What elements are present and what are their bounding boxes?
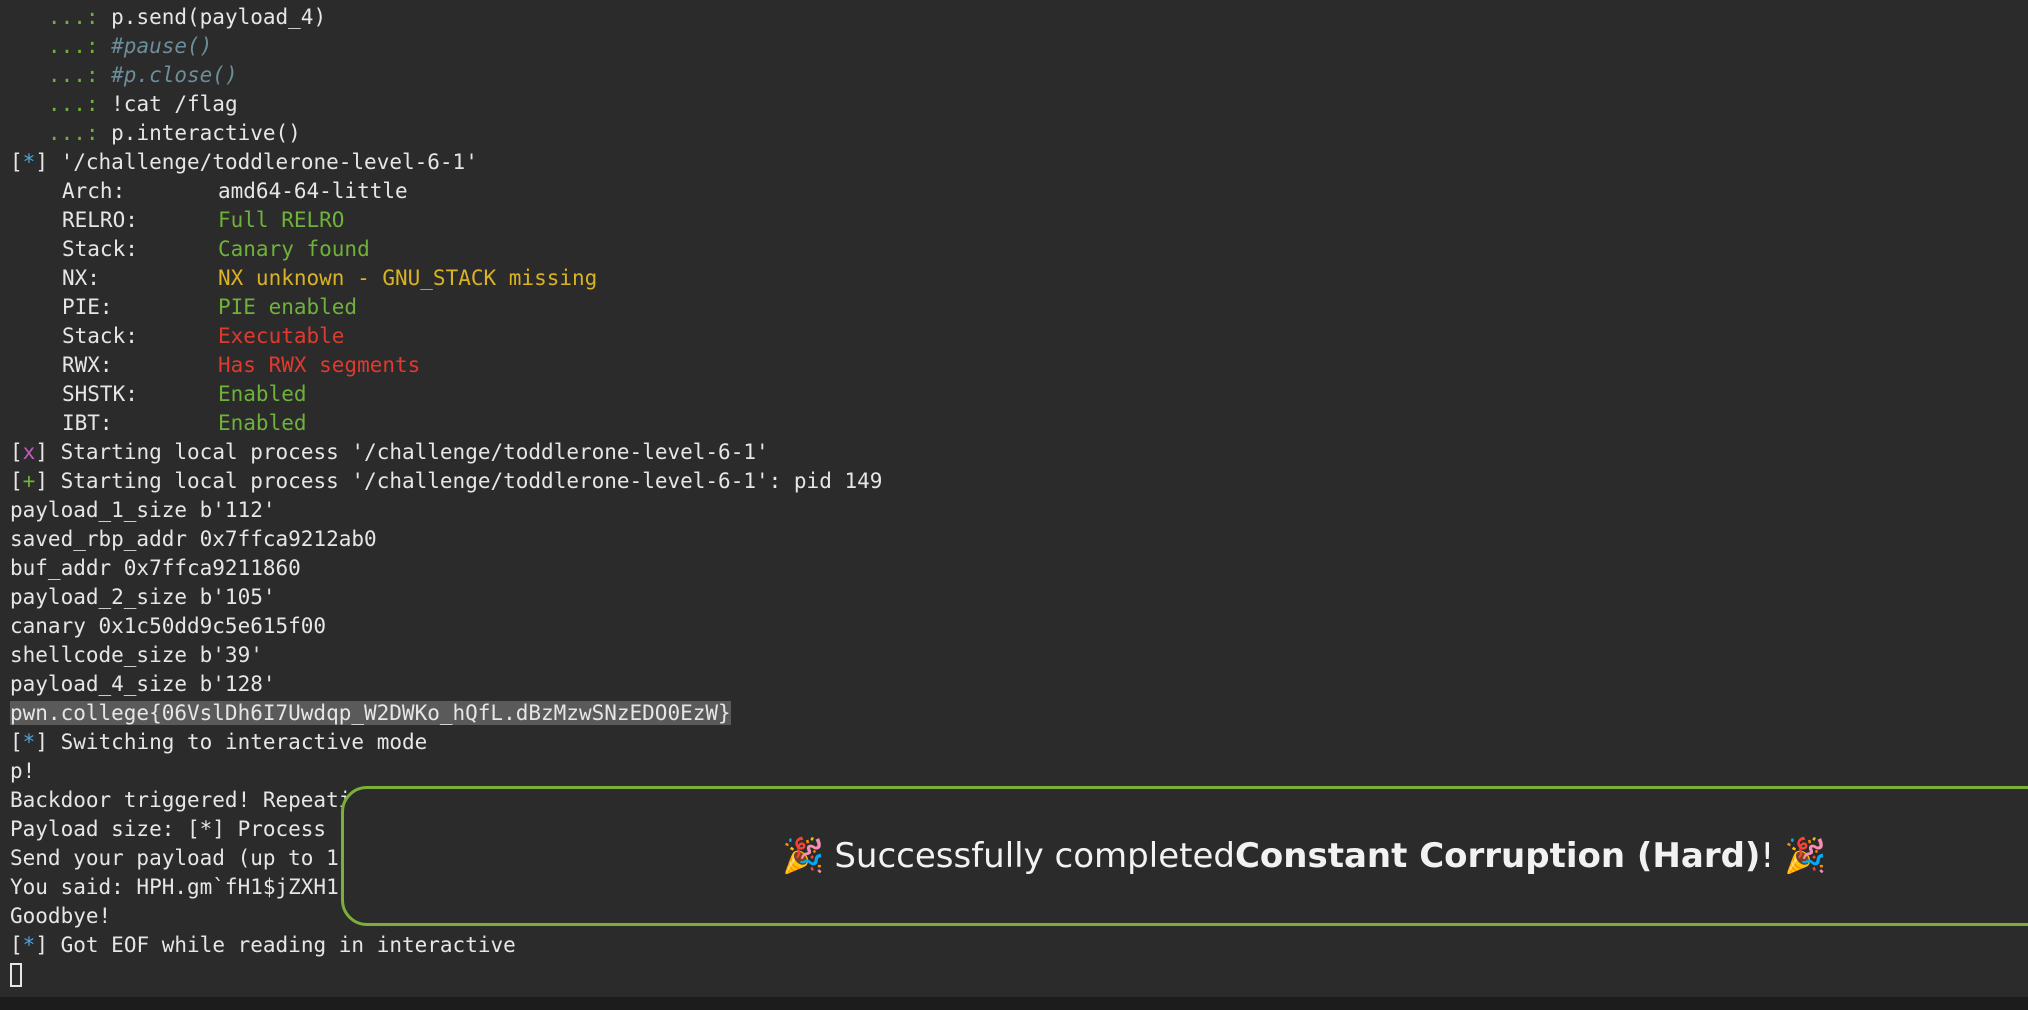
checksec-row-shstk: SHSTK: Enabled — [10, 380, 2028, 409]
checksec-value: Full RELRO — [218, 208, 345, 232]
checksec-value: Has RWX segments — [218, 353, 421, 377]
checksec-row-nx: NX: NX unknown - GNU_STACK missing — [10, 264, 2028, 293]
ipython-line-1: ...: p.send(payload_4) — [10, 3, 2028, 32]
tag-bracket: [ — [10, 150, 23, 174]
code-text: !cat /flag — [111, 92, 238, 116]
checksec-label: Stack: — [62, 324, 138, 348]
checksec-label: SHSTK: — [62, 382, 138, 406]
ipython-line-4: ...: !cat /flag — [10, 90, 2028, 119]
checksec-row-arch: Arch: amd64-64-little — [10, 177, 2028, 206]
info-tag: * — [22, 150, 36, 174]
failure-tag: x — [22, 440, 36, 464]
code-comment: #pause() — [111, 34, 213, 58]
checksec-row-stack-exec: Stack: Executable — [10, 322, 2028, 351]
checksec-value: amd64-64-little — [218, 179, 408, 203]
output-line: buf_addr 0x7ffca9211860 — [10, 556, 301, 580]
checksec-label: RWX: — [62, 353, 113, 377]
checksec-row-rwx: RWX: Has RWX segments — [10, 351, 2028, 380]
challenge-name: Constant Corruption (Hard) — [1234, 836, 1761, 876]
process-line-started: [+] Starting local process '/challenge/t… — [10, 469, 883, 493]
process-text: Starting local process '/challenge/toddl… — [47, 440, 769, 464]
eof-text: Got EOF while reading in interactive — [47, 933, 516, 957]
continuation-prompt: ...: — [10, 121, 112, 145]
toast-message: 🎉 Successfully completed Constant Corrup… — [772, 789, 1836, 923]
flag-selection[interactable]: pwn.college{06VslDh6I7Uwdqp_W2DWKo_hQfL.… — [10, 701, 731, 725]
checksec-value: Enabled — [218, 411, 307, 435]
checksec-label: NX: — [62, 266, 100, 290]
ipython-line-3: ...: #p.close() — [10, 61, 2028, 90]
bottom-bar — [0, 997, 2028, 1010]
code-comment: #p.close() — [111, 63, 238, 87]
checksec-value: NX unknown - GNU_STACK missing — [218, 266, 598, 290]
process-text: Starting local process '/challenge/toddl… — [47, 469, 883, 493]
flag-line[interactable]: pwn.college{06VslDh6I7Uwdqp_W2DWKo_hQfL.… — [10, 699, 2028, 728]
toast-suffix: ! — [1760, 836, 1775, 876]
info-tag: * — [22, 730, 36, 754]
process-line-start: [x] Starting local process '/challenge/t… — [10, 440, 769, 464]
toast-prefix: Successfully completed — [834, 836, 1235, 876]
interactive-text: Switching to interactive mode — [47, 730, 428, 754]
code-text: p.send(payload_4) — [111, 5, 327, 29]
checksec-label: IBT: — [62, 411, 113, 435]
checksec-value: Canary found — [218, 237, 370, 261]
checksec-value: PIE enabled — [218, 295, 358, 319]
checksec-label: Stack: — [62, 237, 138, 261]
checksec-label: PIE: — [62, 295, 113, 319]
tag-bracket: ] — [35, 150, 48, 174]
party-popper-icon: 🎉 — [782, 836, 825, 876]
checksec-row-stack: Stack: Canary found — [10, 235, 2028, 264]
checksec-row-relro: RELRO: Full RELRO — [10, 206, 2028, 235]
completion-toast[interactable]: 🎉 Successfully completed Constant Corrup… — [341, 786, 2028, 926]
checksec-value: Enabled — [218, 382, 307, 406]
output-line: payload_4_size b'128' — [10, 672, 276, 696]
info-tag: * — [22, 933, 36, 957]
output-line: shellcode_size b'39' — [10, 643, 263, 667]
checksec-label: RELRO: — [62, 208, 138, 232]
interactive-mode-line: [*] Switching to interactive mode — [10, 730, 428, 754]
tail-line: p! — [10, 759, 36, 783]
code-text: p.interactive() — [111, 121, 301, 145]
checksec-row-ibt: IBT: Enabled — [10, 409, 2028, 438]
checksec-label: Arch: — [62, 179, 126, 203]
binary-path: '/challenge/toddlerone-level-6-1' — [47, 150, 478, 174]
eof-line: [*] Got EOF while reading in interactive — [10, 933, 516, 957]
checksec-header: [*] '/challenge/toddlerone-level-6-1' — [10, 148, 2028, 177]
continuation-prompt: ...: — [10, 92, 112, 116]
party-popper-icon: 🎉 — [1784, 836, 1827, 876]
continuation-prompt: ...: — [10, 63, 112, 87]
continuation-prompt: ...: — [10, 5, 112, 29]
continuation-prompt: ...: — [10, 34, 112, 58]
ipython-line-2: ...: #pause() — [10, 32, 2028, 61]
terminal-cursor — [10, 963, 22, 987]
output-line: payload_1_size b'112' — [10, 498, 276, 522]
output-line: canary 0x1c50dd9c5e615f00 — [10, 614, 327, 638]
checksec-row-pie: PIE: PIE enabled — [10, 293, 2028, 322]
output-line: saved_rbp_addr 0x7ffca9212ab0 — [10, 527, 377, 551]
output-line: payload_2_size b'105' — [10, 585, 276, 609]
success-tag: + — [22, 469, 36, 493]
ipython-line-5: ...: p.interactive() — [10, 119, 2028, 148]
checksec-value: Executable — [218, 324, 345, 348]
cursor-line[interactable] — [10, 960, 2028, 989]
